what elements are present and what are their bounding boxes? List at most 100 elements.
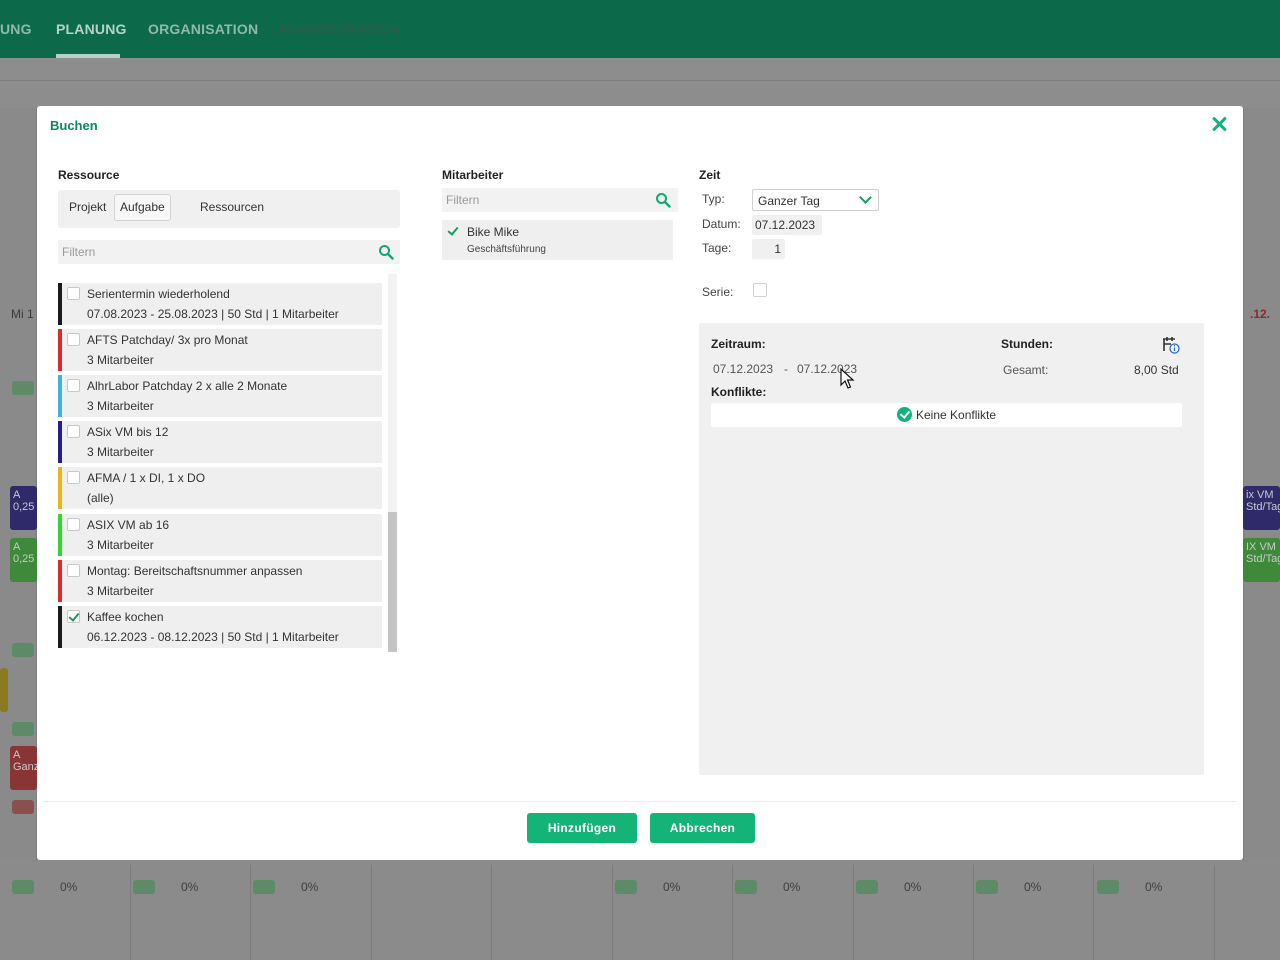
top-navigation: UNG PLANUNG ORGANISATION ADMINISTRATION — [0, 0, 1280, 58]
typ-label: Typ: — [702, 192, 725, 206]
booking-summary-panel: Zeitraum: 07.12.2023 - 07.12.2023 Stunde… — [699, 323, 1204, 775]
employee-item[interactable]: Bike Mike Geschäftsführung — [442, 220, 673, 260]
booking-dialog: Buchen Ressource Projekt Aufgabe Ressour… — [37, 106, 1243, 860]
search-icon[interactable] — [655, 192, 671, 208]
tab-projekt[interactable]: Projekt — [63, 194, 112, 221]
bg-percent: 0% — [181, 880, 199, 894]
list-item[interactable]: AFMA / 1 x DI, 1 x DO (alle) — [58, 467, 382, 509]
bg-pill — [12, 880, 34, 894]
dialog-title: Buchen — [50, 118, 98, 133]
serie-checkbox[interactable] — [753, 283, 767, 297]
mitarbeiter-filter — [442, 188, 678, 212]
typ-select-value: Ganzer Tag — [758, 194, 820, 208]
bg-gridline — [130, 865, 131, 960]
list-item[interactable]: Kaffee kochen 06.12.2023 - 08.12.2023 | … — [58, 606, 382, 648]
mitarbeiter-heading: Mitarbeiter — [442, 168, 504, 182]
employee-name: Bike Mike — [467, 225, 520, 239]
bg-pill — [856, 880, 878, 894]
task-list-scroll-thumb[interactable] — [388, 512, 397, 652]
task-checkbox[interactable] — [67, 471, 80, 484]
calendar-info-icon[interactable] — [1162, 336, 1180, 354]
task-name: AlhrLabor Patchday 2 x alle 2 Monate — [87, 379, 288, 393]
list-item[interactable]: ASix VM bis 12 3 Mitarbeiter — [58, 421, 382, 463]
zeitraum-from: 07.12.2023 — [713, 362, 774, 376]
task-meta: 3 Mitarbeiter — [87, 445, 154, 459]
task-meta: 3 Mitarbeiter — [87, 584, 154, 598]
gesamt-value: 8,00 Std — [1134, 363, 1179, 377]
bg-pill — [133, 880, 155, 894]
bg-pill — [1097, 880, 1119, 894]
conflict-status-box: Keine Konflikte — [711, 403, 1182, 427]
task-checkbox[interactable] — [67, 379, 80, 392]
close-icon[interactable] — [1209, 114, 1229, 134]
search-icon[interactable] — [378, 244, 394, 260]
bg-block-label: A — [13, 489, 21, 501]
ressource-filter-input[interactable] — [58, 240, 359, 264]
task-name: ASix VM bis 12 — [87, 425, 169, 439]
check-circle-icon — [897, 407, 912, 422]
bg-pill — [12, 643, 34, 657]
bg-booking-block: A 0,25 — [10, 538, 37, 582]
bg-pill — [253, 880, 275, 894]
bg-percent: 0% — [1145, 880, 1163, 894]
tab-ressourcen[interactable]: Ressourcen — [194, 194, 270, 221]
nav-item-prev[interactable]: UNG — [0, 21, 32, 37]
task-checkbox[interactable] — [67, 518, 80, 531]
bg-day-label-right: .12. — [1250, 307, 1271, 321]
datum-input[interactable]: 07.12.2023 — [752, 215, 822, 235]
list-item[interactable]: AlhrLabor Patchday 2 x alle 2 Monate 3 M… — [58, 375, 382, 417]
konflikte-label: Konflikte: — [711, 385, 767, 399]
bg-pill — [735, 880, 757, 894]
nav-item-planung[interactable]: PLANUNG — [56, 21, 127, 37]
list-item[interactable]: AFTS Patchday/ 3x pro Monat 3 Mitarbeite… — [58, 329, 382, 371]
mitarbeiter-filter-input[interactable] — [442, 188, 650, 212]
bg-percent: 0% — [904, 880, 922, 894]
bg-block-value: Std/Tag — [1246, 501, 1280, 513]
bg-pill — [615, 880, 637, 894]
task-checkbox[interactable] — [67, 610, 80, 623]
bg-percent: 0% — [663, 880, 681, 894]
task-checkbox[interactable] — [67, 564, 80, 577]
bg-booking-block: A 0,25 — [10, 486, 37, 530]
list-item[interactable]: Montag: Bereitschaftsnummer anpassen 3 M… — [58, 560, 382, 602]
serie-label: Serie: — [702, 285, 734, 299]
cancel-button[interactable]: Abbrechen — [650, 813, 755, 843]
gesamt-label: Gesamt: — [1003, 363, 1049, 377]
bg-gridline — [250, 865, 251, 960]
conflict-status-text: Keine Konflikte — [916, 408, 997, 422]
task-checkbox[interactable] — [67, 425, 80, 438]
bg-block-value: 0,25 — [13, 553, 35, 565]
bg-block-label: A — [13, 541, 21, 553]
bg-gridline — [491, 865, 492, 960]
tab-aufgabe[interactable]: Aufgabe — [114, 194, 171, 221]
bg-percent: 0% — [301, 880, 319, 894]
bg-block-value: Ganz — [13, 761, 37, 773]
tage-input[interactable]: 1 — [752, 239, 785, 259]
zeitraum-label: Zeitraum: — [711, 337, 766, 351]
bg-day-label: Mi 1 — [11, 307, 34, 321]
employee-checkbox[interactable] — [446, 224, 459, 237]
list-item[interactable]: ASIX VM ab 16 3 Mitarbeiter — [58, 514, 382, 556]
nav-item-organisation[interactable]: ORGANISATION — [148, 21, 258, 37]
bg-percent: 0% — [783, 880, 801, 894]
bg-gridline — [371, 865, 372, 960]
zeitraum-separator: - — [784, 362, 788, 376]
datum-label: Datum: — [702, 217, 741, 231]
list-item[interactable]: Serientermin wiederholend 07.08.2023 - 2… — [58, 283, 382, 325]
task-meta: 3 Mitarbeiter — [87, 353, 154, 367]
task-list: Serientermin wiederholend 07.08.2023 - 2… — [58, 274, 400, 652]
task-name: Kaffee kochen — [87, 610, 164, 624]
stunden-label: Stunden: — [1001, 337, 1053, 351]
add-button[interactable]: Hinzufügen — [527, 813, 637, 843]
task-meta: 07.08.2023 - 25.08.2023 | 50 Std | 1 Mit… — [87, 307, 339, 321]
bg-block-value: 0,25 — [13, 501, 35, 513]
task-checkbox[interactable] — [67, 287, 80, 300]
typ-select[interactable]: Ganzer Tag — [752, 189, 879, 211]
bg-gridline — [1093, 865, 1094, 960]
bg-block-label: A — [13, 749, 21, 761]
task-checkbox[interactable] — [67, 333, 80, 346]
nav-item-administration[interactable]: ADMINISTRATION — [277, 21, 400, 37]
bg-gridline — [612, 865, 613, 960]
footer-divider — [43, 801, 1237, 802]
tage-label: Tage: — [702, 241, 732, 255]
